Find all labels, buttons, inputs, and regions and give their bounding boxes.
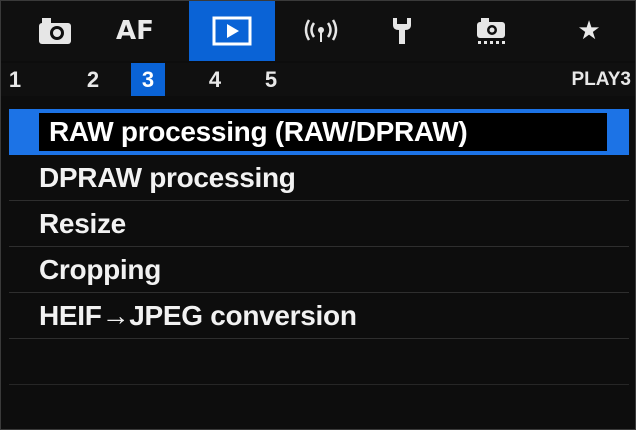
tab-mymenu[interactable]: ★ bbox=[561, 1, 617, 61]
menu-item-label: RAW processing (RAW/DPRAW) bbox=[49, 115, 468, 147]
menu-item-dpraw-processing[interactable]: DPRAW processing bbox=[9, 155, 629, 201]
page-label: PLAY3 bbox=[571, 68, 632, 90]
play-icon bbox=[212, 16, 252, 46]
af-label: AF bbox=[116, 16, 154, 46]
subtab-5[interactable]: 5 bbox=[257, 63, 285, 96]
subtab-4[interactable]: 4 bbox=[201, 63, 229, 96]
custom-camera-icon bbox=[477, 18, 505, 44]
menu-item-resize[interactable]: Resize bbox=[9, 201, 629, 247]
menu-item-raw-processing[interactable]: RAW processing (RAW/DPRAW) bbox=[9, 109, 629, 155]
tab-custom[interactable] bbox=[463, 1, 519, 61]
tab-setup[interactable] bbox=[377, 1, 427, 61]
menu-item-label: Cropping bbox=[39, 253, 162, 285]
tab-wireless[interactable] bbox=[293, 1, 349, 61]
main-tab-bar: AF ★ bbox=[1, 1, 635, 61]
menu-item-heif-jpeg[interactable]: HEIF→JPEG conversion bbox=[9, 293, 629, 339]
menu-row-empty bbox=[9, 339, 629, 385]
sub-tab-bar: 1 2 3 4 5 PLAY3 bbox=[1, 63, 635, 96]
camera-menu-screen: AF ★ 1 2 3 4 5 PLAY3 RAW processing (RAW… bbox=[0, 0, 636, 430]
star-icon: ★ bbox=[577, 16, 601, 46]
tab-af[interactable]: AF bbox=[107, 1, 163, 61]
wireless-icon bbox=[304, 19, 338, 42]
menu-row-empty bbox=[9, 385, 629, 429]
subtab-2[interactable]: 2 bbox=[79, 63, 107, 96]
menu-item-label: DPRAW processing bbox=[39, 161, 296, 193]
menu-item-label: HEIF→JPEG conversion bbox=[39, 299, 357, 331]
camera-icon bbox=[39, 18, 71, 44]
subtab-1[interactable]: 1 bbox=[1, 63, 29, 96]
tab-shooting[interactable] bbox=[29, 1, 81, 61]
tab-playback[interactable] bbox=[189, 1, 275, 61]
subtab-3[interactable]: 3 bbox=[131, 63, 165, 96]
wrench-icon bbox=[393, 18, 411, 44]
menu-item-label: Resize bbox=[39, 207, 126, 239]
menu-item-cropping[interactable]: Cropping bbox=[9, 247, 629, 293]
